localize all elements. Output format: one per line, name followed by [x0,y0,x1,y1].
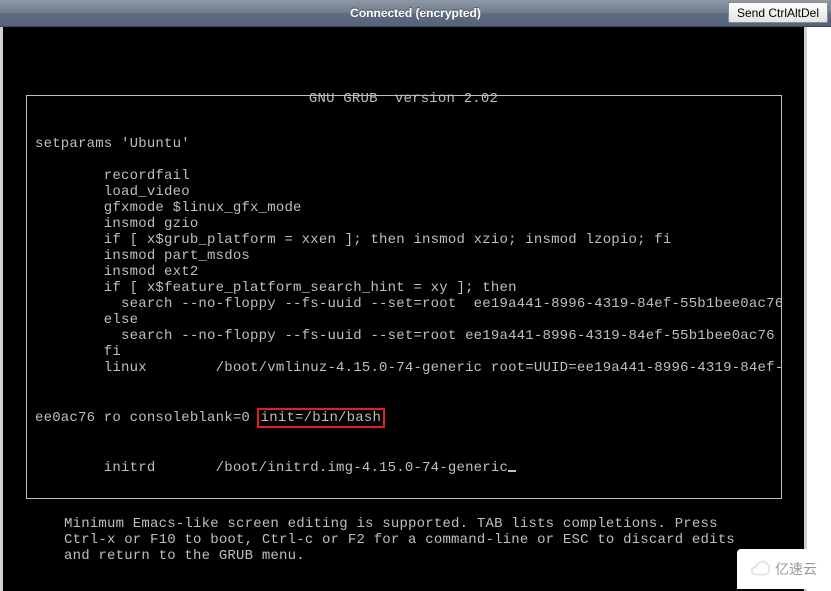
vnc-topbar: Connected (encrypted) Send CtrlAltDel [0,0,831,27]
console-frame: GNU GRUB version 2.02 setparams 'Ubuntu'… [0,27,807,591]
grub-line: search --no-floppy --fs-uuid --set=root … [35,296,773,312]
cloud-icon [749,558,771,580]
grub-line: insmod gzio [35,216,773,232]
grub-help-text: Minimum Emacs-like screen editing is sup… [64,516,761,564]
text-cursor-icon [508,470,516,472]
grub-line: if [ x$feature_platform_search_hint = xy… [35,280,773,296]
grub-line: if [ x$grub_platform = xxen ]; then insm… [35,232,773,248]
highlighted-text: init=/bin/bash [257,408,385,428]
grub-line: insmod part_msdos [35,248,773,264]
grub-line: initrd /boot/initrd.img-4.15.0-74-generi… [35,460,508,476]
grub-line: fi [35,344,773,360]
grub-line: gfxmode $linux_gfx_mode [35,200,773,216]
watermark-text: 亿速云 [775,559,817,579]
grub-edit-box[interactable]: setparams 'Ubuntu' recordfail load_video… [26,95,782,499]
grub-line: search --no-floppy --fs-uuid --set=root … [35,328,773,344]
grub-line: recordfail [35,168,773,184]
watermark: 亿速云 [737,549,829,589]
grub-line: setparams 'Ubuntu' [35,136,773,152]
connection-status: Connected (encrypted) [350,6,481,20]
grub-line [35,152,773,168]
grub-line: else [35,312,773,328]
grub-line: linux /boot/vmlinuz-4.15.0-74-generic ro… [35,360,773,376]
grub-line: load_video [35,184,773,200]
grub-line: ee0ac76 ro consoleblank=0 [35,410,259,426]
grub-line: insmod ext2 [35,264,773,280]
send-ctrlaltdel-button[interactable]: Send CtrlAltDel [728,2,828,23]
grub-console[interactable]: GNU GRUB version 2.02 setparams 'Ubuntu'… [6,27,801,591]
